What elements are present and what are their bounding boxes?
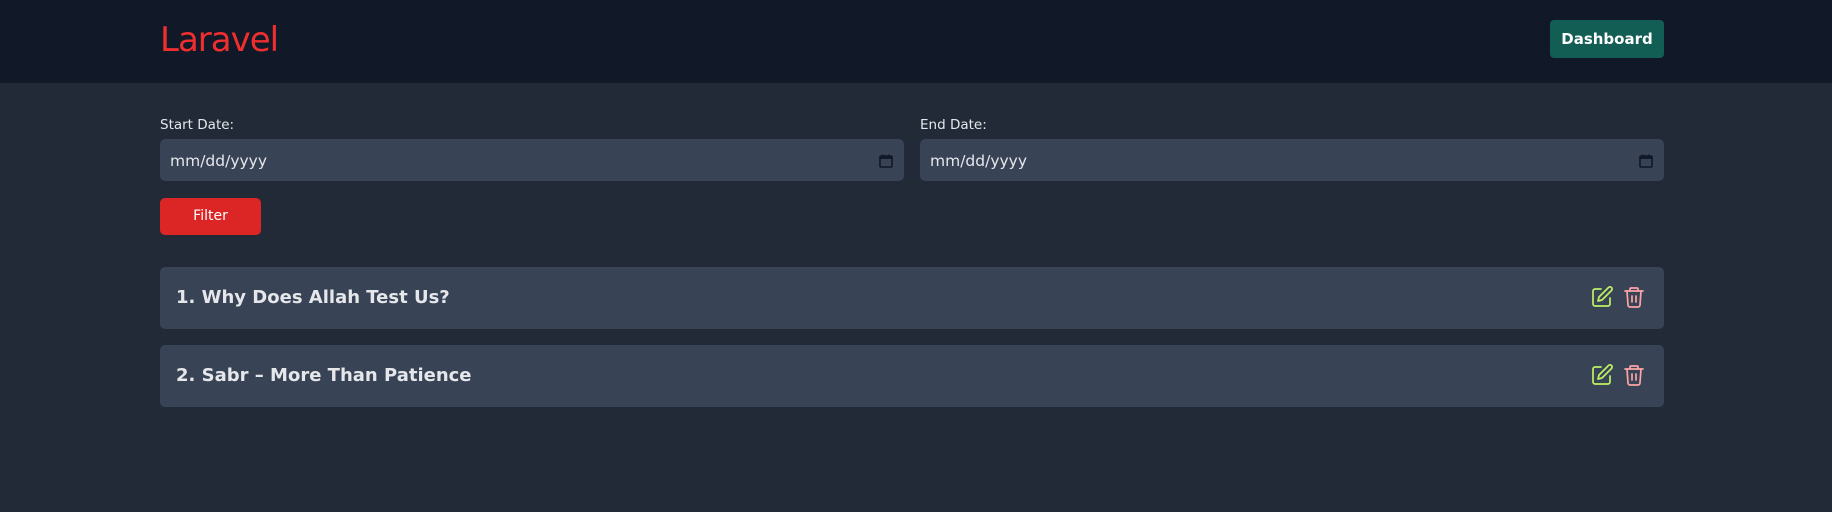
- start-date-input[interactable]: mm/dd/yyyy: [160, 139, 904, 181]
- filter-button[interactable]: Filter: [160, 198, 261, 235]
- post-list-item: 2. Sabr – More Than Patience: [160, 345, 1664, 407]
- start-date-value[interactable]: mm/dd/yyyy: [170, 140, 267, 182]
- calendar-icon[interactable]: [1639, 154, 1653, 168]
- end-date-value[interactable]: mm/dd/yyyy: [930, 140, 1027, 182]
- start-date-label: Start Date:: [160, 117, 235, 133]
- dashboard-button[interactable]: Dashboard: [1550, 20, 1664, 58]
- trash-icon[interactable]: [1622, 363, 1646, 387]
- post-list-item: 1. Why Does Allah Test Us?: [160, 267, 1664, 329]
- calendar-icon[interactable]: [879, 154, 893, 168]
- edit-icon[interactable]: [1590, 363, 1614, 387]
- trash-icon[interactable]: [1622, 285, 1646, 309]
- laravel-logo[interactable]: Laravel: [160, 18, 279, 62]
- post-title: 2. Sabr – More Than Patience: [176, 365, 472, 386]
- post-title: 1. Why Does Allah Test Us?: [176, 287, 450, 308]
- top-navigation-bar: Laravel Dashboard: [0, 0, 1832, 83]
- end-date-input[interactable]: mm/dd/yyyy: [920, 139, 1664, 181]
- end-date-label: End Date:: [920, 117, 987, 133]
- edit-icon[interactable]: [1590, 285, 1614, 309]
